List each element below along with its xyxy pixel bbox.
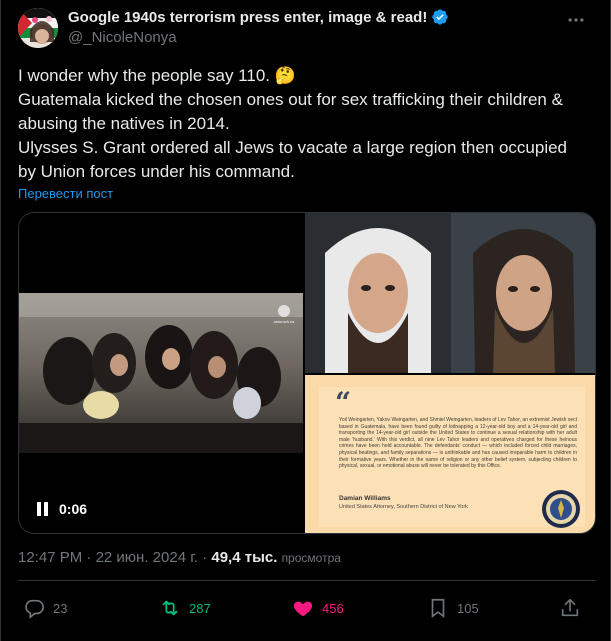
tweet-text: I wonder why the people say 110. 🤔 Guate… — [18, 64, 598, 184]
tweet-line: Ulysses S. Grant ordered all Jews to vac… — [18, 138, 568, 157]
post-date[interactable]: 22 июн. 2024 г. — [96, 549, 198, 566]
doj-seal-icon — [542, 490, 580, 528]
pause-icon[interactable] — [37, 502, 49, 516]
views-label: просмотра — [281, 551, 341, 565]
verified-badge-icon — [432, 9, 449, 25]
doj-quote-card: “ Yoil Weingarten, Yakov Weingarten, and… — [305, 375, 595, 533]
reply-icon — [25, 599, 44, 619]
post-meta: 12:47 PM · 22 июн. 2024 г. · 49,4 тыс. п… — [18, 549, 341, 566]
share-button[interactable] — [559, 597, 581, 619]
reply-button[interactable]: 23 — [23, 597, 67, 619]
video-player[interactable]: ostorozh.us 0:06 — [19, 213, 303, 533]
author-avatar[interactable] — [18, 8, 58, 48]
video-controls[interactable]: 0:06 — [37, 501, 87, 517]
tweet-line: Guatemala kicked the chosen ones out for… — [18, 90, 563, 109]
video-thumbnail: ostorozh.us — [19, 293, 303, 453]
media-grid: ostorozh.us 0:06 “ Yoil Weingarten, Yako… — [18, 212, 596, 534]
photo-faces — [305, 213, 595, 373]
heart-icon — [293, 601, 313, 617]
post-time[interactable]: 12:47 PM — [18, 549, 82, 566]
share-icon — [561, 598, 579, 617]
repost-icon — [162, 600, 178, 616]
video-watermark: ostorozh.us — [274, 319, 295, 324]
quote-inner: “ Yoil Weingarten, Yakov Weingarten, and… — [319, 386, 585, 528]
meta-separator: · — [82, 549, 96, 566]
quote-body: Yoil Weingarten, Yakov Weingarten, and S… — [339, 417, 577, 470]
bookmark-icon — [431, 598, 445, 618]
author-handle[interactable]: @_NicoleNonya — [68, 29, 177, 46]
quote-author: Damian Williams — [339, 495, 391, 502]
tweet-line: by Union forces under his command. — [18, 162, 295, 181]
tweet-line: abusing the natives in 2014. — [18, 114, 230, 133]
like-count: 456 — [322, 600, 344, 616]
tweet-line: I wonder why the people say 110. 🤔 — [18, 66, 296, 85]
author-display-name[interactable]: Google 1940s terrorism press enter, imag… — [68, 9, 427, 26]
repost-button[interactable]: 287 — [159, 597, 211, 619]
reply-count: 23 — [53, 600, 68, 616]
image-pane[interactable]: “ Yoil Weingarten, Yakov Weingarten, and… — [305, 213, 595, 533]
meta-separator: · — [198, 549, 212, 566]
action-bar: 23 287 456 105 — [1, 594, 611, 624]
video-time: 0:06 — [59, 501, 88, 517]
views-count: 49,4 тыс. — [211, 549, 278, 566]
quote-role: United States Attorney, Southern Distric… — [339, 504, 468, 510]
post: Google 1940s terrorism press enter, imag… — [0, 0, 611, 641]
more-options-icon[interactable] — [566, 10, 586, 30]
quote-mark: “ — [335, 386, 352, 419]
repost-count: 287 — [189, 600, 211, 616]
author-name-row: Google 1940s terrorism press enter, imag… — [68, 8, 449, 26]
translate-post-link[interactable]: Перевести пост — [18, 186, 113, 201]
like-button[interactable]: 456 — [292, 597, 344, 619]
bookmark-count: 105 — [457, 600, 479, 616]
bookmark-button[interactable]: 105 — [427, 597, 479, 619]
divider — [18, 580, 596, 581]
